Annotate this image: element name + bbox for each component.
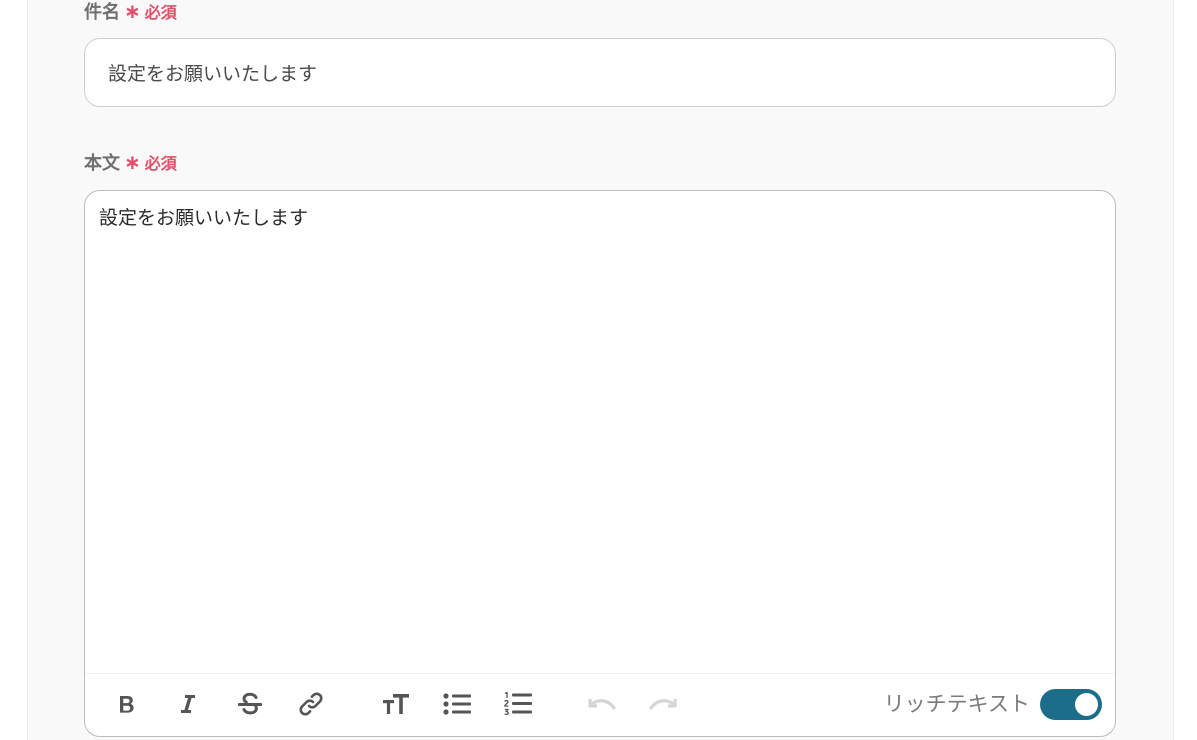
- numbered-list-button[interactable]: [501, 688, 535, 720]
- link-button[interactable]: [294, 688, 328, 720]
- required-asterisk-icon: ∗: [124, 150, 141, 174]
- body-editor[interactable]: 設定をお願いいたします リッチテキスト: [84, 190, 1116, 737]
- bold-button[interactable]: [110, 688, 144, 720]
- required-asterisk-icon: ∗: [124, 0, 141, 23]
- undo-button[interactable]: [585, 688, 619, 720]
- subject-input-value: 設定をお願いいたします: [108, 63, 318, 85]
- subject-label: 件名: [84, 2, 120, 23]
- bulleted-list-button[interactable]: [440, 688, 474, 720]
- subject-label-row: 件名 ∗ 必須: [84, 0, 177, 24]
- link-icon: [299, 692, 323, 716]
- redo-icon: [649, 699, 677, 710]
- subject-input[interactable]: 設定をお願いいたします: [84, 38, 1116, 107]
- body-label-row: 本文 ∗ 必須: [84, 149, 177, 175]
- undo-icon: [588, 699, 616, 710]
- editor-toolbar: リッチテキスト: [85, 673, 1115, 736]
- body-editor-content[interactable]: 設定をお願いいたします: [99, 203, 308, 230]
- numbered-list-icon: [504, 691, 532, 716]
- strikethrough-icon: [238, 692, 262, 715]
- redo-button[interactable]: [646, 688, 680, 720]
- toggle-knob: [1075, 693, 1098, 716]
- bulleted-list-icon: [443, 693, 471, 715]
- body-label: 本文: [84, 153, 120, 174]
- italic-icon: [181, 695, 195, 713]
- required-text: 必須: [144, 3, 177, 22]
- font-size-button[interactable]: [379, 688, 413, 720]
- italic-button[interactable]: [171, 688, 205, 720]
- rich-text-label: リッチテキスト: [883, 692, 1030, 716]
- font-size-icon: [383, 694, 409, 714]
- required-text: 必須: [144, 154, 177, 173]
- strikethrough-button[interactable]: [233, 688, 267, 720]
- rich-text-toggle[interactable]: [1040, 689, 1102, 720]
- bold-icon: [120, 696, 134, 713]
